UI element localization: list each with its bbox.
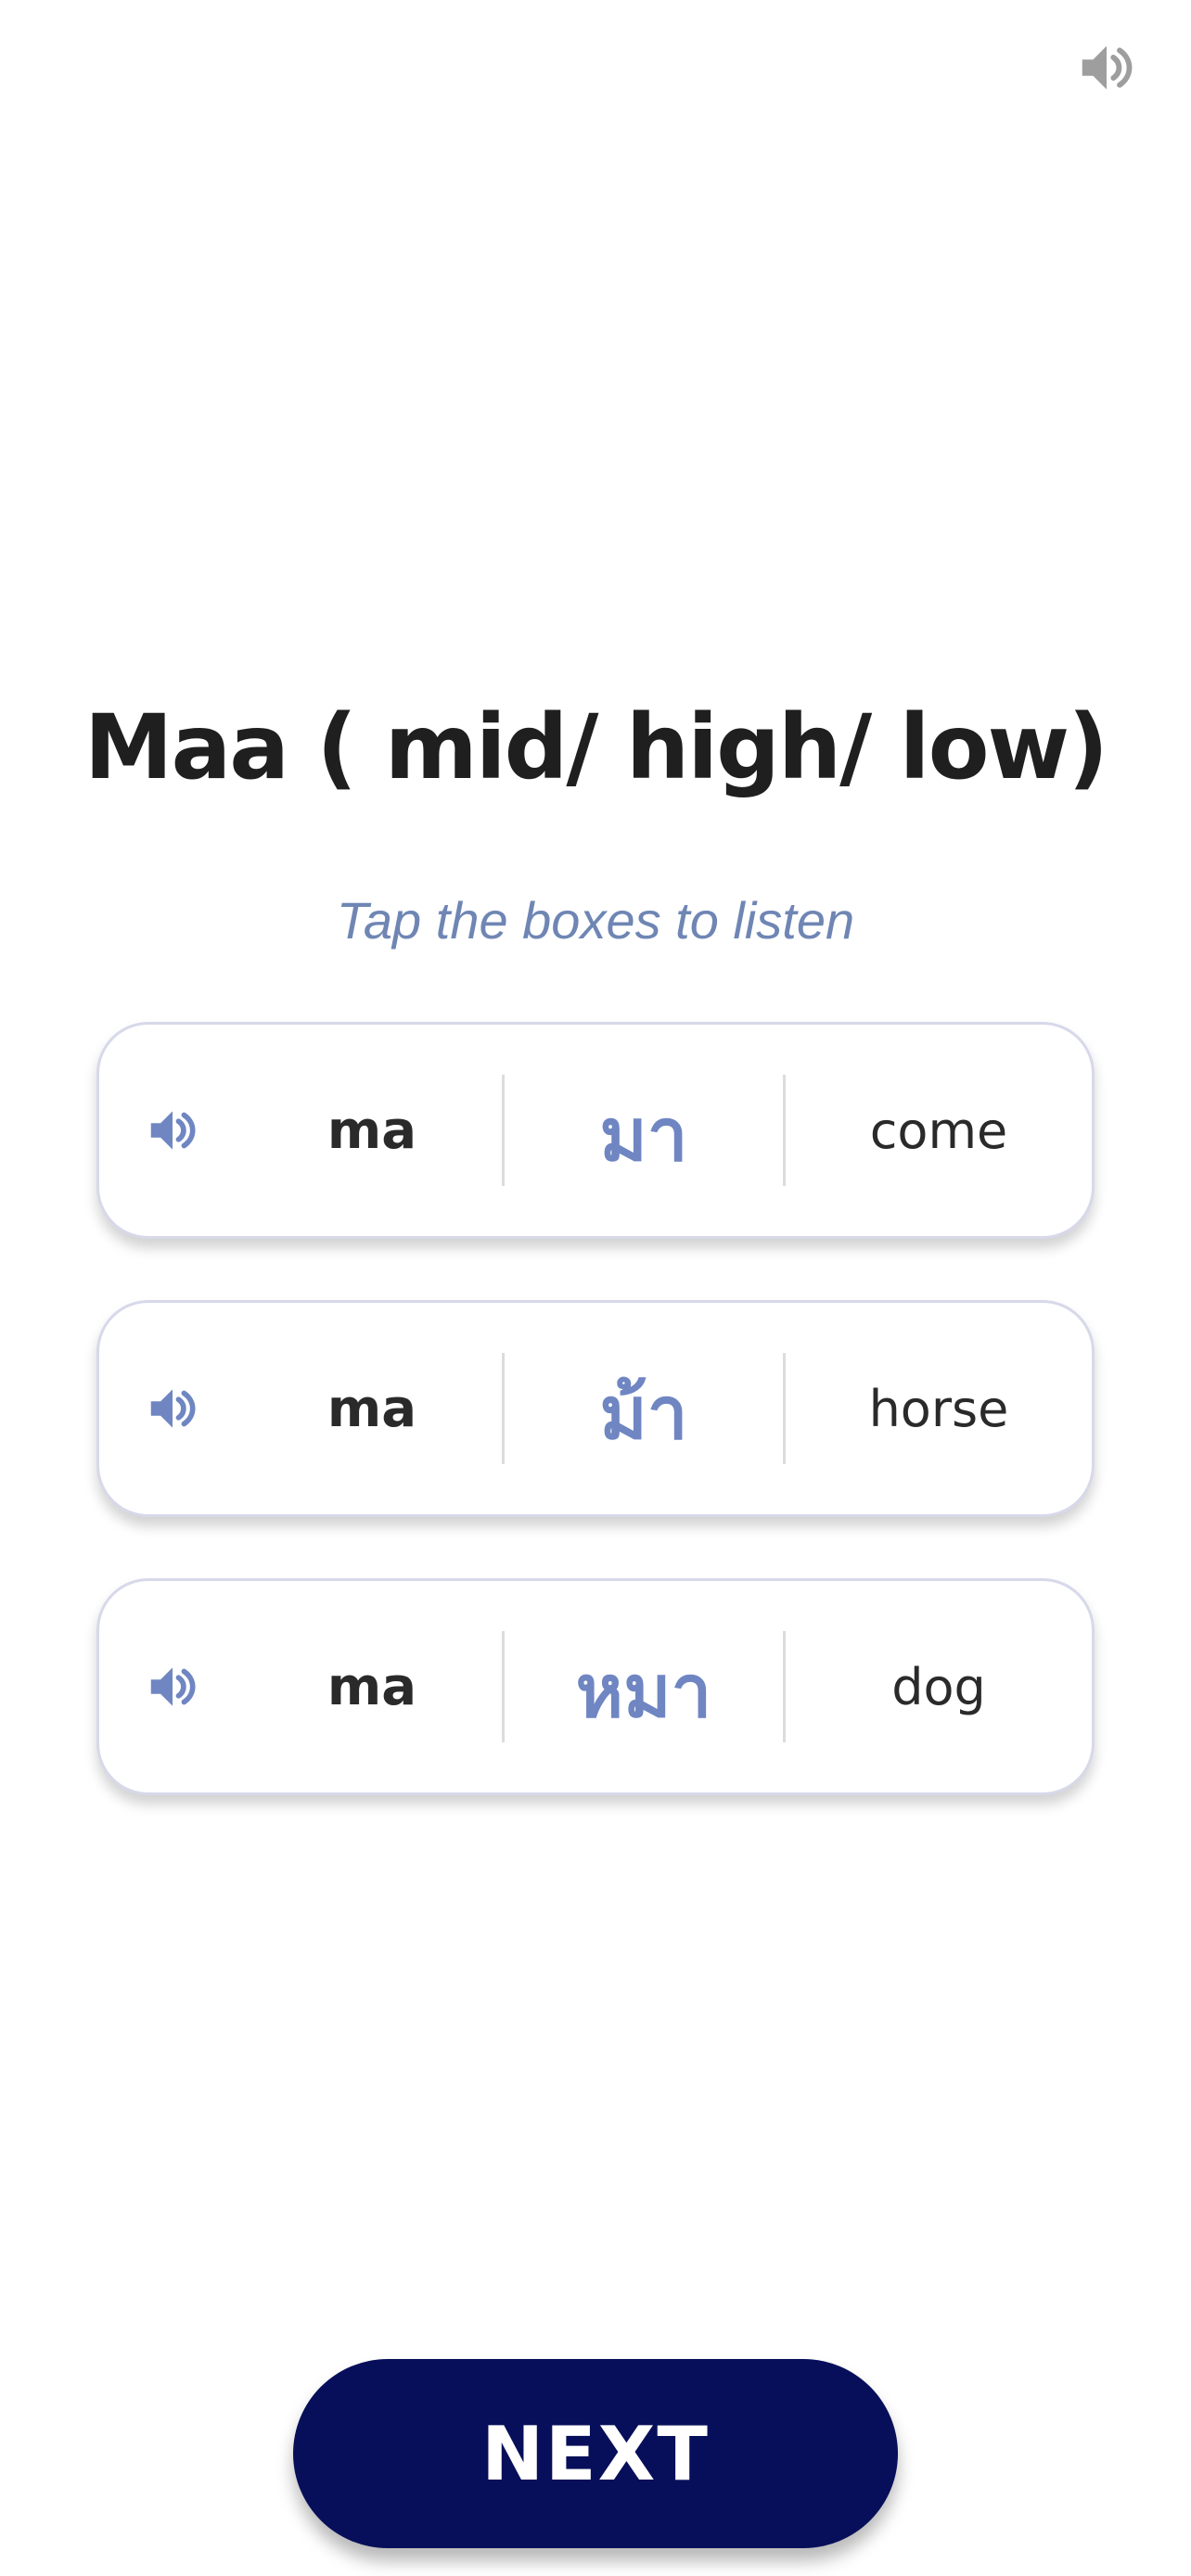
word-card-list: ma มา come ma ม้า horse ma หมา dog [96, 1022, 1095, 1856]
word-card-dog[interactable]: ma หมา dog [96, 1578, 1095, 1795]
speaker-icon [103, 1380, 242, 1437]
next-button[interactable]: NEXT [293, 2359, 898, 2548]
thai-word: หมา [575, 1651, 712, 1734]
speaker-icon [103, 1658, 242, 1715]
meaning-text: horse [868, 1379, 1009, 1438]
word-card-horse[interactable]: ma ม้า horse [96, 1300, 1095, 1517]
meaning-text: dog [891, 1657, 986, 1716]
thai-word: ม้า [599, 1372, 688, 1456]
speaker-icon [103, 1102, 242, 1159]
romanization-text: ma [327, 1100, 417, 1161]
header-sound-button[interactable] [1072, 35, 1141, 104]
word-card-come[interactable]: ma มา come [96, 1022, 1095, 1239]
instruction-text: Tap the boxes to listen [336, 891, 855, 950]
speaker-icon [1074, 35, 1139, 105]
romanization-text: ma [327, 1656, 417, 1717]
romanization-text: ma [327, 1378, 417, 1439]
meaning-text: come [869, 1101, 1008, 1160]
thai-word: มา [599, 1094, 688, 1178]
page-title: Maa ( mid/ high/ low) [83, 695, 1108, 799]
